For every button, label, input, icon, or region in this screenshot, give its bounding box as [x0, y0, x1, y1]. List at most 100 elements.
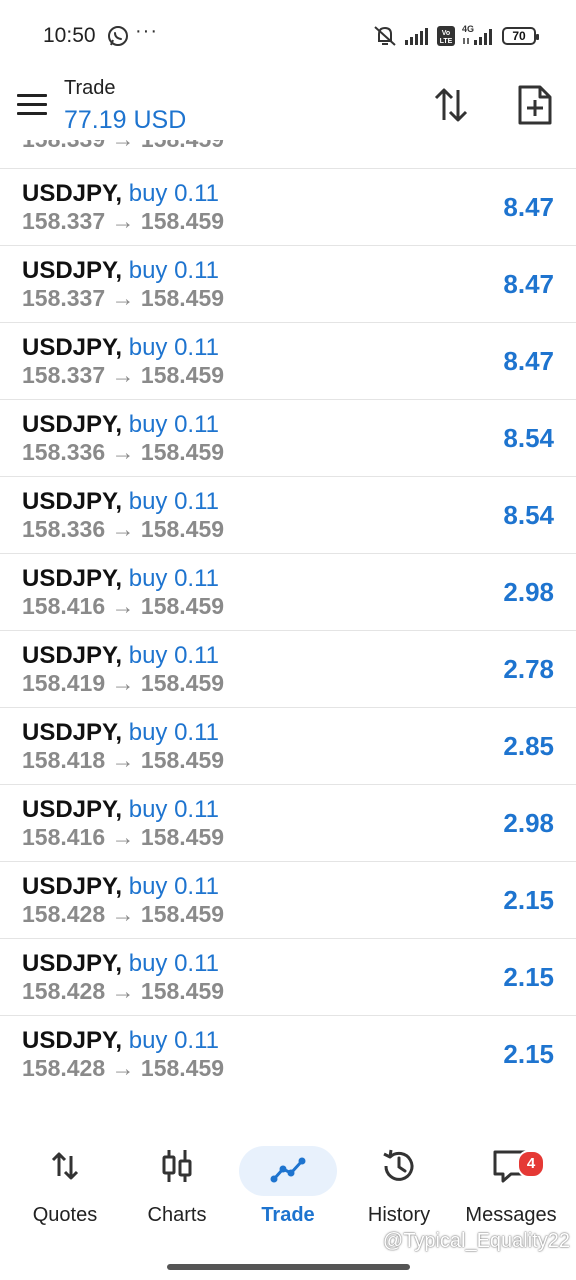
- price-range: 158.428 → 158.459: [22, 901, 225, 927]
- position-row[interactable]: USDJPY, buy 0.11 158.428 → 158.459 2.15: [0, 861, 576, 938]
- symbol-label: USDJPY,: [22, 488, 123, 515]
- partial-position-row: 158.339 → 158.459: [22, 140, 224, 153]
- profit-value: 8.47: [503, 269, 554, 299]
- order-type-volume: buy 0.11: [128, 180, 220, 207]
- position-title: USDJPY, buy 0.11: [22, 719, 219, 747]
- price-range: 158.337 → 158.459: [22, 285, 225, 311]
- position-title: USDJPY, buy 0.11: [22, 796, 219, 824]
- history-clock-icon: [383, 1149, 414, 1181]
- battery-icon: 70: [502, 27, 539, 45]
- symbol-label: USDJPY,: [22, 257, 123, 284]
- price-range: 158.428 → 158.459: [22, 1055, 225, 1081]
- position-title: USDJPY, buy 0.11: [22, 873, 219, 901]
- profit-value: 2.85: [503, 731, 554, 761]
- whatsapp-icon: [108, 26, 128, 46]
- profit-value: 8.54: [503, 500, 554, 530]
- status-bar: 10:50 ··· Vo LTE 4G 70: [0, 0, 576, 72]
- positions-list[interactable]: 158.339 → 158.459 USDJPY, buy 0.11158.33…: [0, 140, 576, 1090]
- price-range: 158.336 → 158.459: [22, 439, 225, 465]
- more-notifications-icon: ···: [135, 20, 158, 42]
- position-title: USDJPY, buy 0.11: [22, 334, 219, 362]
- nav-label: Messages: [465, 1204, 557, 1226]
- sort-icon[interactable]: [432, 86, 470, 124]
- position-row[interactable]: USDJPY, buy 0.11 158.336 → 158.459 8.54: [0, 399, 576, 476]
- order-type-volume: buy 0.11: [128, 642, 220, 669]
- profit-value: 2.15: [503, 962, 554, 992]
- position-row[interactable]: USDJPY, buy 0.11 158.428 → 158.459 2.15: [0, 938, 576, 1015]
- symbol-label: USDJPY,: [22, 565, 123, 592]
- order-type-volume: buy 0.11: [128, 565, 220, 592]
- unread-badge: 4: [517, 1150, 545, 1178]
- price-range: 158.418 → 158.459: [22, 747, 225, 773]
- menu-button[interactable]: [17, 94, 47, 116]
- position-title: USDJPY, buy 0.11: [22, 1027, 219, 1055]
- order-type-volume: buy 0.11: [128, 950, 220, 977]
- volte-icon: Vo LTE: [437, 26, 455, 46]
- order-type-volume: buy 0.11: [128, 1027, 220, 1054]
- profit-value: 8.54: [503, 423, 554, 453]
- position-row[interactable]: USDJPY, buy 0.11 158.428 → 158.459 2.15: [0, 1015, 576, 1090]
- position-row[interactable]: USDJPY, buy 0.11 158.337 → 158.459 8.47: [0, 322, 576, 399]
- symbol-label: USDJPY,: [22, 334, 123, 361]
- position-row[interactable]: USDJPY, buy 0.11 158.418 → 158.459 2.85: [0, 707, 576, 784]
- position-row[interactable]: USDJPY, buy 0.11 158.419 → 158.459 2.78: [0, 630, 576, 707]
- nav-label: Charts: [147, 1204, 207, 1226]
- svg-text:LTE: LTE: [440, 38, 453, 45]
- profit-value: 2.15: [503, 885, 554, 915]
- position-row[interactable]: USDJPY, buy 0.11 158.336 → 158.459 8.54: [0, 476, 576, 553]
- profit-value: 2.15: [503, 1039, 554, 1069]
- gesture-bar[interactable]: [167, 1264, 410, 1270]
- new-order-icon[interactable]: [516, 84, 554, 126]
- price-range: 158.336 → 158.459: [22, 516, 225, 542]
- price-range: 158.416 → 158.459: [22, 593, 225, 619]
- profit-value: 2.98: [503, 808, 554, 838]
- position-row[interactable]: USDJPY, buy 0.11 158.337 → 158.459 8.47: [0, 168, 576, 245]
- price-range: 158.337 → 158.459: [22, 208, 225, 234]
- quotes-arrows-icon: [51, 1152, 79, 1180]
- bell-muted-icon: [374, 26, 396, 46]
- profit-value: 8.47: [503, 192, 554, 222]
- profit-value: 2.78: [503, 654, 554, 684]
- position-row[interactable]: USDJPY, buy 0.11 158.337 → 158.459 8.47: [0, 245, 576, 322]
- price-range: 158.419 → 158.459: [22, 670, 225, 696]
- nav-trade[interactable]: Trade: [232, 1130, 344, 1230]
- position-title: USDJPY, buy 0.11: [22, 642, 219, 670]
- nav-label: Quotes: [32, 1204, 98, 1226]
- bottom-navigation: Quotes Charts Trade History 4 Messages: [0, 1130, 576, 1240]
- position-row[interactable]: USDJPY, buy 0.11 158.416 → 158.459 2.98: [0, 553, 576, 630]
- trade-line-icon: [270, 1157, 306, 1183]
- price-range: 158.416 → 158.459: [22, 824, 225, 850]
- symbol-label: USDJPY,: [22, 796, 123, 823]
- order-type-volume: buy 0.11: [128, 411, 220, 438]
- order-type-volume: buy 0.11: [128, 257, 220, 284]
- position-title: USDJPY, buy 0.11: [22, 488, 219, 516]
- status-icons: Vo LTE 4G 70: [372, 24, 539, 48]
- nav-quotes[interactable]: Quotes: [9, 1130, 121, 1230]
- nav-label: History: [367, 1204, 431, 1226]
- profit-value: 8.47: [503, 346, 554, 376]
- svg-text:Vo: Vo: [442, 30, 450, 37]
- nav-messages[interactable]: 4 Messages: [455, 1130, 567, 1230]
- order-type-volume: buy 0.11: [128, 488, 220, 515]
- price-range: 158.337 → 158.459: [22, 362, 225, 388]
- status-time: 10:50: [43, 24, 96, 47]
- position-row[interactable]: USDJPY, buy 0.11 158.416 → 158.459 2.98: [0, 784, 576, 861]
- symbol-label: USDJPY,: [22, 1027, 123, 1054]
- symbol-label: USDJPY,: [22, 642, 123, 669]
- symbol-label: USDJPY,: [22, 411, 123, 438]
- account-balance: 77.19 USD: [64, 106, 187, 134]
- nav-charts[interactable]: Charts: [121, 1130, 233, 1230]
- order-type-volume: buy 0.11: [128, 873, 220, 900]
- position-title: USDJPY, buy 0.11: [22, 411, 219, 439]
- nav-history[interactable]: History: [343, 1130, 455, 1230]
- watermark: @Typical_Equality22: [382, 1230, 570, 1252]
- order-type-volume: buy 0.11: [128, 719, 220, 746]
- price-range: 158.428 → 158.459: [22, 978, 225, 1004]
- nav-label: Trade: [261, 1204, 315, 1226]
- candlestick-icon: [162, 1150, 192, 1182]
- order-type-volume: buy 0.11: [128, 796, 220, 823]
- network-4g-signal: 4G: [462, 25, 496, 47]
- page-title: Trade: [64, 77, 116, 99]
- position-title: USDJPY, buy 0.11: [22, 180, 219, 208]
- app-header: Trade 77.19 USD: [0, 72, 576, 140]
